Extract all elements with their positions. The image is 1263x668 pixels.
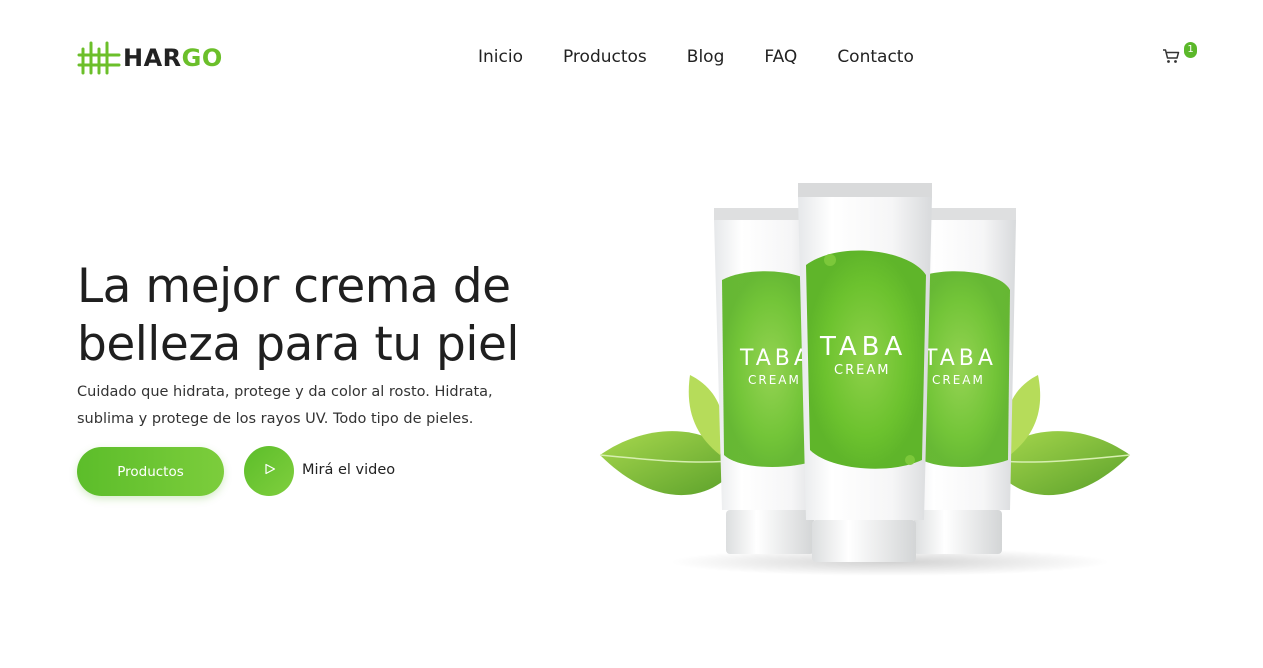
brand-name-part1: HAR — [123, 44, 182, 72]
brand-name: HARGO — [123, 44, 223, 72]
brand-name-part2: GO — [181, 44, 223, 72]
play-icon — [265, 463, 276, 475]
logo-mark-icon — [77, 41, 121, 75]
tube-center: TABA CREAM — [798, 183, 932, 562]
tube-center-sub: CREAM — [834, 363, 890, 378]
tube-center-name: TABA — [819, 332, 907, 362]
tube-left-sub: CREAM — [748, 373, 801, 387]
hero-title: La mejor crema de belleza para tu piel — [77, 259, 519, 372]
brand-logo[interactable]: HARGO — [77, 41, 223, 75]
cart-count-badge: 1 — [1184, 42, 1197, 58]
nav-item-productos[interactable]: Productos — [563, 46, 647, 68]
nav-item-contacto[interactable]: Contacto — [837, 46, 914, 68]
cart-icon[interactable] — [1162, 48, 1180, 64]
hero-subtitle: Cuidado que hidrata, protege y da color … — [77, 384, 493, 427]
nav-item-blog[interactable]: Blog — [687, 46, 725, 68]
main-nav: Inicio Productos Blog FAQ Contacto — [478, 46, 954, 68]
tube-right-name: TABA — [923, 346, 997, 371]
nav-item-inicio[interactable]: Inicio — [478, 46, 523, 68]
products-button[interactable]: Productos — [77, 447, 224, 496]
product-image: TABA CREAM TABA CREAM TABA CREAM — [599, 183, 1131, 576]
tube-right-sub: CREAM — [932, 373, 985, 387]
watch-video-link[interactable]: Mirá el video — [302, 460, 395, 480]
nav-item-faq[interactable]: FAQ — [764, 46, 797, 68]
play-video-button[interactable] — [244, 446, 294, 496]
